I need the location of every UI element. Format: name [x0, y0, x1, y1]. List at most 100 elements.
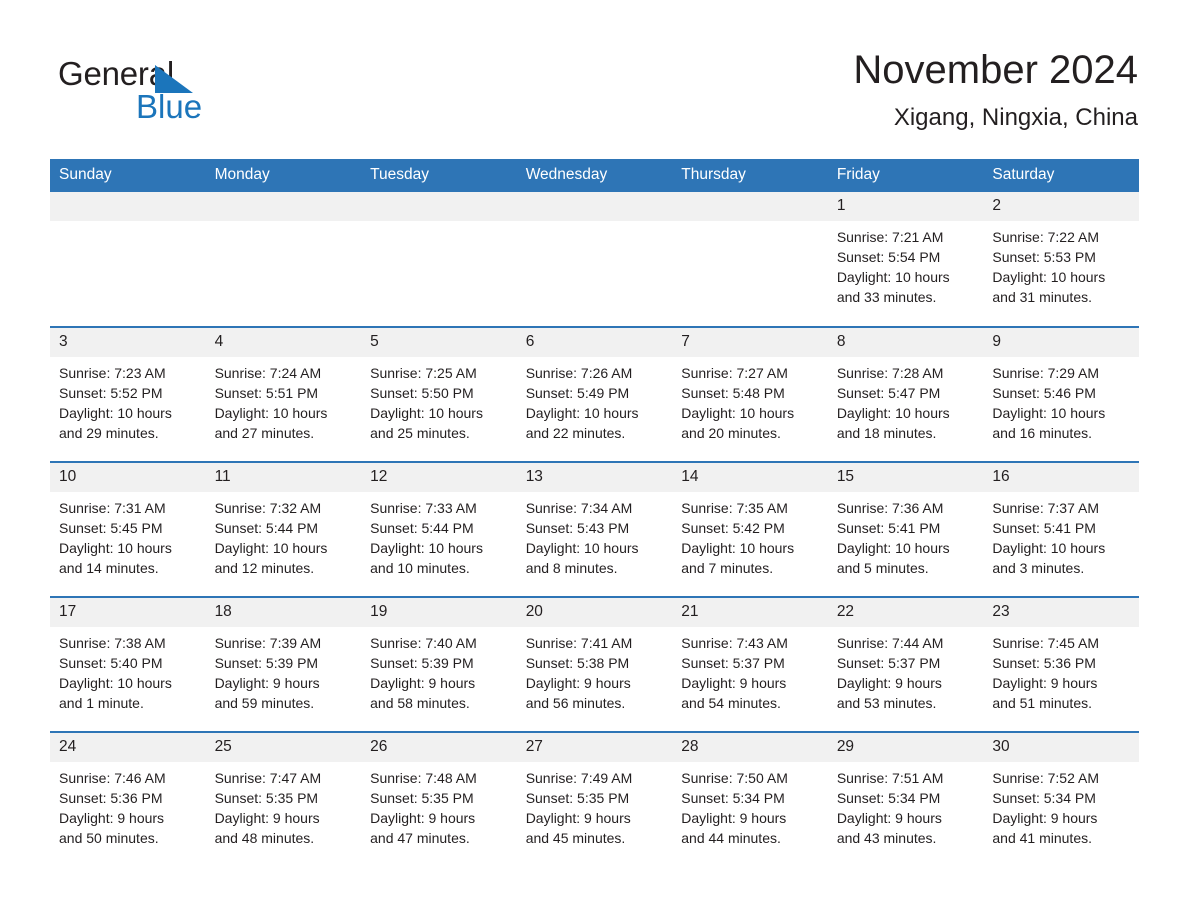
- calendar-day-cell[interactable]: 10 Sunrise: 7:31 AM Sunset: 5:45 PM Dayli…: [50, 461, 206, 597]
- sun-info-text: Sunrise: 7:34 AM Sunset: 5:43 PM Dayligh…: [525, 500, 639, 576]
- sun-info-text: Sunrise: 7:31 AM Sunset: 5:45 PM Dayligh…: [59, 500, 172, 576]
- sun-info-text: Sunrise: 7:48 AM Sunset: 5:35 PM Dayligh…: [370, 770, 477, 846]
- title-block: November 2024 Xigang, Ningxia, China: [438, 44, 1138, 134]
- calendar-week-row: 24 Sunrise: 7:46 AM Sunset: 5:36 PM Dayli…: [50, 731, 1139, 867]
- sun-info-text: Sunrise: 7:50 AM Sunset: 5:34 PM Dayligh…: [681, 770, 788, 846]
- day-number: 22: [827, 598, 984, 627]
- day-number: 5: [361, 328, 517, 357]
- calendar-day-cell[interactable]: 19 Sunrise: 7:40 AM Sunset: 5:39 PM Dayli…: [361, 596, 517, 732]
- sun-info-text: Sunrise: 7:28 AM Sunset: 5:47 PM Dayligh…: [836, 365, 950, 441]
- sun-info-text: Sunrise: 7:40 AM Sunset: 5:39 PM Dayligh…: [370, 635, 477, 711]
- calendar-day-cell[interactable]: 5 Sunrise: 7:25 AM Sunset: 5:50 PM Daylig…: [361, 326, 517, 462]
- day-number: 12: [361, 463, 517, 492]
- day-number: 11: [205, 463, 362, 492]
- day-number: [361, 192, 517, 221]
- calendar-day-cell[interactable]: 30 Sunrise: 7:52 AM Sunset: 5:34 PM Dayli…: [983, 731, 1139, 867]
- day-number: [672, 192, 828, 221]
- day-number: 6: [516, 328, 673, 357]
- sun-info-text: Sunrise: 7:37 AM Sunset: 5:41 PM Dayligh…: [992, 500, 1106, 576]
- calendar-day-cell[interactable]: 11 Sunrise: 7:32 AM Sunset: 5:44 PM Dayli…: [205, 461, 362, 597]
- brand-logo[interactable]: General Blue: [58, 54, 318, 134]
- day-number: [205, 192, 362, 221]
- day-number: [516, 192, 673, 221]
- day-number: 14: [672, 463, 828, 492]
- day-number: 24: [50, 733, 206, 762]
- calendar-day-cell[interactable]: 12 Sunrise: 7:33 AM Sunset: 5:44 PM Dayli…: [361, 461, 517, 597]
- day-number: 20: [516, 598, 673, 627]
- calendar-day-cell[interactable]: 8 Sunrise: 7:28 AM Sunset: 5:47 PM Daylig…: [827, 326, 984, 462]
- day-number: 8: [827, 328, 984, 357]
- day-number: 30: [983, 733, 1139, 762]
- sun-info-text: Sunrise: 7:24 AM Sunset: 5:51 PM Dayligh…: [214, 365, 328, 441]
- calendar-cell-empty: [50, 192, 206, 327]
- sun-info-text: Sunrise: 7:43 AM Sunset: 5:37 PM Dayligh…: [681, 635, 788, 711]
- day-number: 25: [205, 733, 362, 762]
- sun-info-text: Sunrise: 7:49 AM Sunset: 5:35 PM Dayligh…: [525, 770, 633, 846]
- day-number: 3: [50, 328, 206, 357]
- day-number: 26: [361, 733, 517, 762]
- calendar-day-cell[interactable]: 22 Sunrise: 7:44 AM Sunset: 5:37 PM Dayli…: [827, 596, 984, 732]
- sun-info-text: Sunrise: 7:44 AM Sunset: 5:37 PM Dayligh…: [836, 635, 944, 711]
- day-number: 29: [827, 733, 984, 762]
- sun-info-text: Sunrise: 7:46 AM Sunset: 5:36 PM Dayligh…: [59, 770, 166, 846]
- calendar-day-cell[interactable]: 13 Sunrise: 7:34 AM Sunset: 5:43 PM Dayli…: [516, 461, 673, 597]
- calendar-grid: Sunday Monday Tuesday Wednesday Thursday Frid…: [50, 159, 1139, 867]
- day-number: 17: [50, 598, 206, 627]
- day-number: 2: [983, 192, 1139, 221]
- calendar-day-cell[interactable]: 15 Sunrise: 7:36 AM Sunset: 5:41 PM Dayli…: [827, 461, 984, 597]
- weekday-header-saturday: Saturday: [983, 159, 1139, 192]
- sun-info-text: Sunrise: 7:26 AM Sunset: 5:49 PM Dayligh…: [525, 365, 639, 441]
- weekday-header-tuesday: Tuesday: [361, 159, 517, 192]
- calendar-week-row: 1 Sunrise: 7:21 AM Sunset: 5:54 PM Daylig…: [50, 192, 1139, 327]
- sun-info-text: Sunrise: 7:38 AM Sunset: 5:40 PM Dayligh…: [59, 635, 172, 711]
- calendar-day-cell[interactable]: 20 Sunrise: 7:41 AM Sunset: 5:38 PM Dayli…: [516, 596, 673, 732]
- calendar-day-cell[interactable]: 1 Sunrise: 7:21 AM Sunset: 5:54 PM Daylig…: [827, 192, 984, 327]
- calendar-day-cell[interactable]: 17 Sunrise: 7:38 AM Sunset: 5:40 PM Dayli…: [50, 596, 206, 732]
- sun-info-text: Sunrise: 7:36 AM Sunset: 5:41 PM Dayligh…: [836, 500, 950, 576]
- sun-info-text: Sunrise: 7:32 AM Sunset: 5:44 PM Dayligh…: [214, 500, 328, 576]
- calendar-day-cell[interactable]: 4 Sunrise: 7:24 AM Sunset: 5:51 PM Daylig…: [205, 326, 362, 462]
- calendar-day-cell[interactable]: 27 Sunrise: 7:49 AM Sunset: 5:35 PM Dayli…: [516, 731, 673, 867]
- calendar-day-cell[interactable]: 28 Sunrise: 7:50 AM Sunset: 5:34 PM Dayli…: [672, 731, 828, 867]
- page-title: November 2024: [853, 48, 1138, 92]
- calendar-day-cell[interactable]: 26 Sunrise: 7:48 AM Sunset: 5:35 PM Dayli…: [361, 731, 517, 867]
- calendar-day-cell[interactable]: 25 Sunrise: 7:47 AM Sunset: 5:35 PM Dayli…: [205, 731, 362, 867]
- day-number: 23: [983, 598, 1139, 627]
- day-number: 27: [516, 733, 673, 762]
- day-number: 15: [827, 463, 984, 492]
- calendar-cell-empty: [361, 192, 517, 327]
- calendar-day-cell[interactable]: 14 Sunrise: 7:35 AM Sunset: 5:42 PM Dayli…: [672, 461, 828, 597]
- calendar-day-cell[interactable]: 21 Sunrise: 7:43 AM Sunset: 5:37 PM Dayli…: [672, 596, 828, 732]
- location-subtitle: Xigang, Ningxia, China: [893, 104, 1138, 131]
- weekday-header-wednesday: Wednesday: [516, 159, 673, 192]
- calendar-cell-empty: [205, 192, 362, 327]
- calendar-day-cell[interactable]: 6 Sunrise: 7:26 AM Sunset: 5:49 PM Daylig…: [516, 326, 673, 462]
- calendar-day-cell[interactable]: 9 Sunrise: 7:29 AM Sunset: 5:46 PM Daylig…: [983, 326, 1139, 462]
- calendar-day-cell[interactable]: 7 Sunrise: 7:27 AM Sunset: 5:48 PM Daylig…: [672, 326, 828, 462]
- day-number: 4: [205, 328, 362, 357]
- calendar-day-cell[interactable]: 16 Sunrise: 7:37 AM Sunset: 5:41 PM Dayli…: [983, 461, 1139, 597]
- day-number: 16: [983, 463, 1139, 492]
- sun-info-text: Sunrise: 7:33 AM Sunset: 5:44 PM Dayligh…: [370, 500, 483, 576]
- calendar-day-cell[interactable]: 29 Sunrise: 7:51 AM Sunset: 5:34 PM Dayli…: [827, 731, 984, 867]
- calendar-day-cell[interactable]: 18 Sunrise: 7:39 AM Sunset: 5:39 PM Dayli…: [205, 596, 362, 732]
- sun-info-text: Sunrise: 7:23 AM Sunset: 5:52 PM Dayligh…: [59, 365, 172, 441]
- calendar-cell-empty: [516, 192, 673, 327]
- sun-info-text: Sunrise: 7:52 AM Sunset: 5:34 PM Dayligh…: [992, 770, 1099, 846]
- sun-info-text: Sunrise: 7:29 AM Sunset: 5:46 PM Dayligh…: [992, 365, 1106, 441]
- calendar-day-cell[interactable]: 2 Sunrise: 7:22 AM Sunset: 5:53 PM Daylig…: [983, 192, 1139, 327]
- calendar-day-cell[interactable]: 3 Sunrise: 7:23 AM Sunset: 5:52 PM Daylig…: [50, 326, 206, 462]
- day-number: [50, 192, 206, 221]
- sun-info-text: Sunrise: 7:35 AM Sunset: 5:42 PM Dayligh…: [681, 500, 795, 576]
- calendar-day-cell[interactable]: 24 Sunrise: 7:46 AM Sunset: 5:36 PM Dayli…: [50, 731, 206, 867]
- page-header: General Blue November 2024 Xigang, Ningx…: [50, 44, 1138, 144]
- day-number: 10: [50, 463, 206, 492]
- calendar-week-row: 17 Sunrise: 7:38 AM Sunset: 5:40 PM Dayli…: [50, 596, 1139, 732]
- weekday-header-row: Sunday Monday Tuesday Wednesday Thursday Frid…: [50, 159, 1139, 192]
- brand-name-blue: Blue: [136, 88, 203, 125]
- sun-info-text: Sunrise: 7:45 AM Sunset: 5:36 PM Dayligh…: [992, 635, 1099, 711]
- day-number: 19: [361, 598, 517, 627]
- sun-info-text: Sunrise: 7:25 AM Sunset: 5:50 PM Dayligh…: [370, 365, 483, 441]
- calendar-day-cell[interactable]: 23 Sunrise: 7:45 AM Sunset: 5:36 PM Dayli…: [983, 596, 1139, 732]
- sun-info-text: Sunrise: 7:41 AM Sunset: 5:38 PM Dayligh…: [525, 635, 633, 711]
